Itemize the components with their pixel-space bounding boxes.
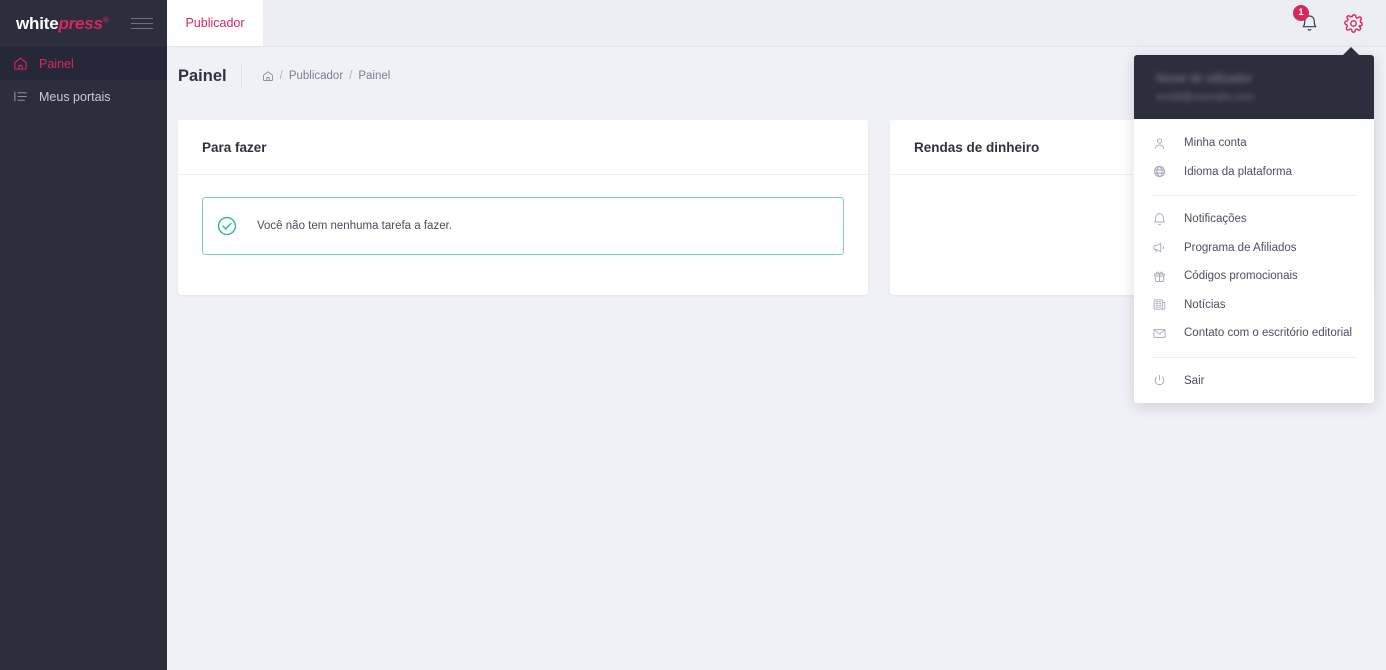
card-para-fazer: Para fazer Você não tem nenhuma tarefa a… xyxy=(178,120,868,295)
notifications-button[interactable]: 1 xyxy=(1293,4,1319,33)
newspaper-icon xyxy=(1151,297,1167,313)
topbar-actions: 1 xyxy=(1293,0,1386,46)
empty-tasks-alert: Você não tem nenhuma tarefa a fazer. xyxy=(202,197,844,255)
tab-publicador[interactable]: Publicador xyxy=(167,0,263,46)
menu-item-notificacoes[interactable]: Notificações xyxy=(1134,205,1374,234)
menu-item-label: Notificações xyxy=(1184,213,1247,226)
list-icon xyxy=(13,89,28,104)
breadcrumb: / Publicador / Painel xyxy=(240,63,391,89)
sidebar-item-label: Meus portais xyxy=(39,89,111,104)
power-icon xyxy=(1151,373,1167,389)
menu-item-codigos-promocionais[interactable]: Códigos promocionais xyxy=(1134,262,1374,291)
page-title: Painel xyxy=(178,66,227,85)
dropdown-pointer xyxy=(1343,47,1359,55)
hamburger-line xyxy=(131,28,153,29)
gear-icon xyxy=(1344,13,1363,33)
home-icon xyxy=(13,56,28,71)
topbar: Publicador 1 xyxy=(167,0,1386,47)
menu-item-minha-conta[interactable]: Minha conta xyxy=(1134,129,1374,158)
gift-icon xyxy=(1151,268,1167,284)
breadcrumb-item-publicador[interactable]: Publicador xyxy=(289,70,343,82)
account-dropdown-list: Minha conta Idioma da plataforma Notific… xyxy=(1134,119,1374,403)
breadcrumb-item-painel: Painel xyxy=(358,70,391,82)
sidebar-header: whitepress® xyxy=(0,0,167,47)
menu-divider xyxy=(1151,195,1357,196)
hamburger-line xyxy=(131,23,153,24)
user-icon xyxy=(1151,135,1167,151)
menu-item-label: Sair xyxy=(1184,374,1205,387)
megaphone-icon xyxy=(1151,240,1167,256)
sidebar: whitepress® Painel Meus portais xyxy=(0,0,167,670)
menu-item-label: Códigos promocionais xyxy=(1184,270,1298,283)
menu-item-noticias[interactable]: Notícias xyxy=(1134,291,1374,320)
menu-item-label: Programa de Afiliados xyxy=(1184,241,1297,254)
account-dropdown-menu: Nome de utilizador email@exemplo.com Min… xyxy=(1134,47,1374,403)
hamburger-line xyxy=(131,18,153,19)
settings-button[interactable] xyxy=(1343,13,1364,34)
menu-divider xyxy=(1151,356,1357,358)
check-circle-icon xyxy=(217,216,237,236)
hamburger-icon[interactable] xyxy=(131,18,153,29)
empty-tasks-text: Você não tem nenhuma tarefa a fazer. xyxy=(257,220,452,232)
account-user-email: email@exemplo.com xyxy=(1156,91,1255,103)
app-root: whitepress® Painel Meus portais Publicad… xyxy=(0,0,1386,670)
globe-icon xyxy=(1151,164,1167,180)
menu-item-label: Contato com o escritório editorial xyxy=(1184,327,1353,340)
home-icon[interactable] xyxy=(262,70,274,82)
menu-item-idioma-da-plataforma[interactable]: Idioma da plataforma xyxy=(1134,158,1374,187)
logo-registered-mark: ® xyxy=(102,14,109,24)
menu-item-label: Idioma da plataforma xyxy=(1184,165,1293,178)
sidebar-item-label: Painel xyxy=(39,56,74,71)
account-user-name: Nome de utilizador xyxy=(1156,73,1252,85)
menu-item-label: Notícias xyxy=(1184,298,1226,311)
breadcrumb-separator: / xyxy=(349,70,353,82)
menu-item-contato-escritorio-editorial[interactable]: Contato com o escritório editorial xyxy=(1134,319,1374,348)
menu-item-label: Minha conta xyxy=(1184,137,1247,150)
sidebar-item-meus-portais[interactable]: Meus portais xyxy=(0,80,167,113)
bell-icon xyxy=(1151,211,1167,227)
card-title: Para fazer xyxy=(178,120,868,175)
logo-press-text: press xyxy=(58,13,103,33)
notification-badge: 1 xyxy=(1293,4,1309,21)
sidebar-item-painel[interactable]: Painel xyxy=(0,47,167,80)
logo-white-text: white xyxy=(16,13,59,33)
menu-item-programa-de-afiliados[interactable]: Programa de Afiliados xyxy=(1134,234,1374,263)
breadcrumb-separator: / xyxy=(279,70,283,82)
account-dropdown-header: Nome de utilizador email@exemplo.com xyxy=(1134,55,1374,119)
card-body: Você não tem nenhuma tarefa a fazer. xyxy=(178,175,868,277)
logo[interactable]: whitepress® xyxy=(16,14,109,34)
mail-icon xyxy=(1151,325,1167,341)
menu-item-sair[interactable]: Sair xyxy=(1134,367,1374,396)
